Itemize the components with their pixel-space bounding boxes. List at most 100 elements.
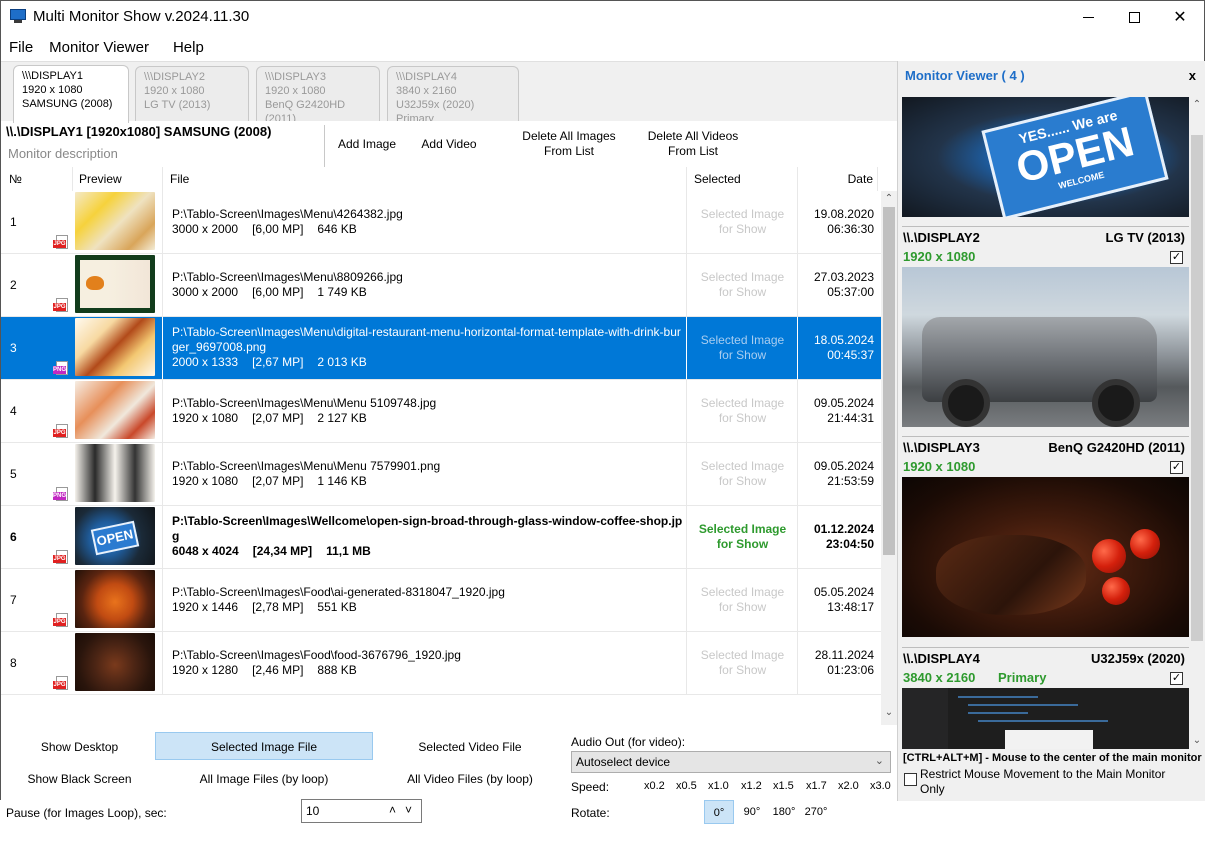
table-row[interactable]: 5 PNG P:\Tablo-Screen\Images\Menu\Menu 757… — [1, 443, 881, 506]
selected-for-show-cell[interactable]: Selected Image for Show — [687, 632, 798, 694]
button-label: Delete All Videos — [647, 129, 739, 143]
chevron-up-icon[interactable]: ˄ — [389, 803, 396, 817]
file-path: P:\Tablo-Screen\Images\Wellcome\open-sig… — [172, 514, 683, 543]
tab-display-id: \\\DISPLAY2 — [144, 71, 205, 83]
column-header-date[interactable]: Date — [798, 167, 878, 191]
close-button[interactable]: ✕ — [1157, 1, 1203, 33]
scroll-down-icon[interactable]: ⌄ — [881, 705, 897, 721]
tab-display3[interactable]: \\\DISPLAY3 1920 x 1080 BenQ G2420HD (20… — [256, 66, 380, 125]
column-header-number[interactable]: № — [1, 167, 73, 191]
speed-option[interactable]: x0.2 — [644, 780, 665, 792]
speed-option[interactable]: x0.5 — [676, 780, 697, 792]
speed-option[interactable]: x1.0 — [708, 780, 729, 792]
speed-option[interactable]: x1.7 — [806, 780, 827, 792]
selected-for-show-cell[interactable]: Selected Image for Show — [687, 380, 798, 442]
monitor-preview-display3[interactable] — [902, 477, 1189, 637]
image-thumbnail[interactable] — [75, 381, 155, 439]
add-image-button[interactable]: Add Image — [335, 137, 399, 152]
image-dimensions: 2000 x 1333 — [172, 355, 239, 369]
scroll-down-icon[interactable]: ⌄ — [1189, 733, 1205, 749]
monitor-model: LG TV (2013) — [1105, 230, 1185, 245]
rotate-option-180[interactable]: 180° — [769, 800, 799, 824]
speed-option[interactable]: x1.5 — [773, 780, 794, 792]
monitor-enabled-checkbox[interactable]: ✓ — [1170, 461, 1183, 474]
scrollbar-thumb[interactable] — [883, 207, 895, 555]
selected-label: for Show — [718, 222, 767, 236]
minimize-button[interactable] — [1065, 1, 1111, 33]
selected-for-show-cell[interactable]: Selected Image for Show — [687, 317, 798, 379]
audio-device-select[interactable]: Autoselect device ⌄ — [571, 751, 891, 773]
image-thumbnail[interactable]: OPEN — [75, 507, 155, 565]
open-sign-graphic: YES...... We are OPEN WELCOME — [981, 97, 1169, 217]
rotate-option-90[interactable]: 90° — [737, 800, 767, 824]
image-thumbnail[interactable] — [75, 570, 155, 628]
file-path: P:\Tablo-Screen\Images\Menu\Menu 5109748… — [172, 396, 437, 410]
chevron-down-icon: ⌄ — [874, 755, 884, 767]
monitor-preview-display4[interactable] — [902, 688, 1189, 749]
delete-all-images-button[interactable]: Delete All Images From List — [516, 129, 622, 159]
monitor-preview-display2[interactable] — [902, 267, 1189, 427]
monitor-list-scrollbar[interactable]: ⌃ ⌄ — [1189, 97, 1205, 749]
menu-file[interactable]: File — [1, 35, 41, 61]
table-row[interactable]: 6 JPG OPEN P:\Tablo-Screen\Images\Wellcome\… — [1, 506, 881, 569]
maximize-button[interactable] — [1111, 1, 1157, 33]
file-date: 19.08.2020 — [813, 207, 874, 221]
scroll-up-icon[interactable]: ⌃ — [1189, 97, 1205, 113]
image-thumbnail[interactable] — [75, 444, 155, 502]
image-thumbnail[interactable] — [75, 192, 155, 250]
file-date: 28.11.2024 — [814, 648, 874, 662]
all-image-files-button[interactable]: All Image Files (by loop) — [155, 765, 373, 793]
selected-for-show-cell[interactable]: Selected Image for Show — [687, 191, 798, 253]
add-video-button[interactable]: Add Video — [417, 137, 481, 152]
tab-display2[interactable]: \\\DISPLAY2 1920 x 1080 LG TV (2013) — [135, 66, 249, 122]
monitor-enabled-checkbox[interactable]: ✓ — [1170, 251, 1183, 264]
selected-video-file-button[interactable]: Selected Video File — [377, 733, 563, 761]
show-desktop-button[interactable]: Show Desktop — [7, 733, 152, 761]
rotate-option-270[interactable]: 270° — [801, 800, 831, 824]
image-dimensions: 1920 x 1080 — [172, 411, 239, 425]
column-header-selected[interactable]: Selected — [687, 167, 798, 191]
pause-stepper[interactable]: 10 ˄ ˅ — [301, 799, 422, 823]
column-header-file[interactable]: File — [163, 167, 687, 191]
table-row[interactable]: 3 PNG P:\Tablo-Screen\Images\Menu\digital-… — [1, 317, 881, 380]
speed-option[interactable]: x2.0 — [838, 780, 859, 792]
chevron-down-icon[interactable]: ˅ — [405, 803, 412, 817]
tab-display4[interactable]: \\\DISPLAY4 3840 x 2160 U32J59x (2020) P… — [387, 66, 519, 125]
rotate-option-0[interactable]: 0° — [704, 800, 734, 824]
close-panel-button[interactable]: x — [1189, 68, 1196, 83]
table-row[interactable]: 1 JPG P:\Tablo-Screen\Images\Menu\4264382.… — [1, 191, 881, 254]
selected-for-show-cell[interactable]: Selected Image for Show — [687, 254, 798, 316]
table-row[interactable]: 7 JPG P:\Tablo-Screen\Images\Food\ai-gener… — [1, 569, 881, 632]
image-thumbnail[interactable] — [75, 318, 155, 376]
table-row[interactable]: 8 JPG P:\Tablo-Screen\Images\Food\food-367… — [1, 632, 881, 695]
pause-value[interactable]: 10 — [306, 804, 319, 818]
monitor-preview-display1[interactable]: YES...... We are OPEN WELCOME — [902, 97, 1189, 217]
restrict-mouse-checkbox[interactable] — [904, 773, 917, 786]
menu-help[interactable]: Help — [165, 35, 212, 61]
speed-option[interactable]: x1.2 — [741, 780, 762, 792]
selected-for-show-cell[interactable]: Selected Image for Show — [687, 506, 798, 568]
selected-for-show-cell[interactable]: Selected Image for Show — [687, 569, 798, 631]
selected-for-show-cell[interactable]: Selected Image for Show — [687, 443, 798, 505]
all-video-files-button[interactable]: All Video Files (by loop) — [377, 765, 563, 793]
table-row[interactable]: 4 JPG P:\Tablo-Screen\Images\Menu\Menu 510… — [1, 380, 881, 443]
restrict-mouse-label[interactable]: Restrict Mouse Movement to the Main Moni… — [920, 767, 1190, 797]
image-thumbnail[interactable] — [75, 255, 155, 313]
scroll-up-icon[interactable]: ⌃ — [881, 191, 897, 207]
show-black-screen-button[interactable]: Show Black Screen — [7, 765, 152, 793]
selected-image-file-button[interactable]: Selected Image File — [155, 732, 373, 760]
menu-monitor-viewer[interactable]: Monitor Viewer — [41, 35, 157, 61]
speed-option[interactable]: x3.0 — [870, 780, 891, 792]
delete-all-videos-button[interactable]: Delete All Videos From List — [638, 129, 748, 159]
file-meta: 3000 x 2000 [6,00 MP] 646 KB — [172, 222, 684, 237]
table-row[interactable]: 2 JPG P:\Tablo-Screen\Images\Menu\8809266.… — [1, 254, 881, 317]
monitor-description-input[interactable]: Monitor description — [8, 146, 118, 161]
table-scrollbar[interactable]: ⌃ ⌄ — [881, 191, 897, 725]
image-thumbnail[interactable] — [75, 633, 155, 691]
column-header-preview[interactable]: Preview — [73, 167, 163, 191]
row-number: 3 — [10, 341, 17, 355]
monitor-enabled-checkbox[interactable]: ✓ — [1170, 672, 1183, 685]
scrollbar-thumb[interactable] — [1191, 135, 1203, 641]
display-title: \\.\DISPLAY1 [1920x1080] SAMSUNG (2008) — [6, 124, 272, 139]
tab-display1[interactable]: \\\DISPLAY1 1920 x 1080 SAMSUNG (2008) — [13, 65, 129, 123]
